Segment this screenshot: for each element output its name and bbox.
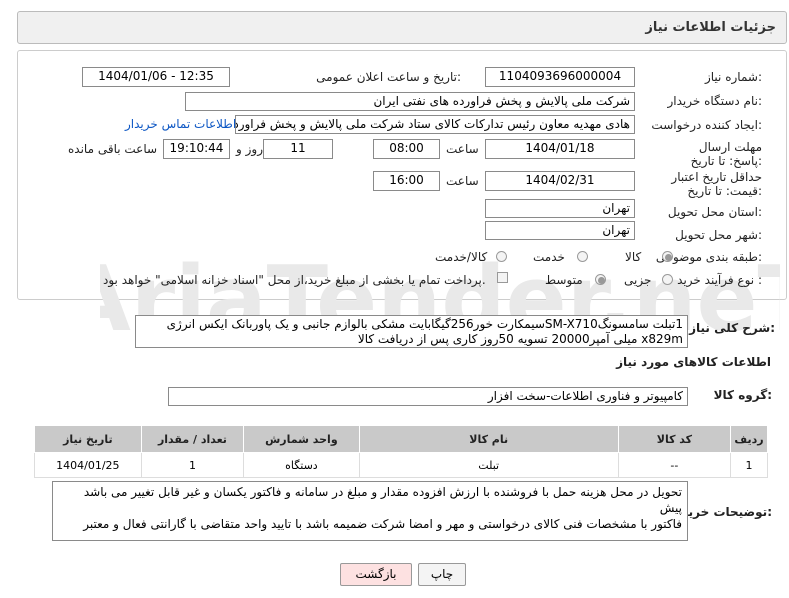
category-radio-service[interactable] <box>577 251 588 262</box>
buyer-field: شرکت ملی پالایش و پخش فراورده های نفتی ا… <box>185 92 635 111</box>
description-field: 1تبلت سامسونگSM-X710سیمکارت خور256گیگابا… <box>135 315 688 348</box>
col-header-name: نام کالا <box>358 425 619 453</box>
days-label: روز و <box>236 142 263 156</box>
cell-row-num: 1 <box>730 452 768 478</box>
announce-label: تاریخ و ساعت اعلان عمومی: <box>316 70 461 84</box>
creator-label: ایجاد کننده درخواست: <box>651 118 762 132</box>
category-option-service: خدمت <box>533 250 565 264</box>
buyer-label: نام دستگاه خریدار: <box>667 94 763 108</box>
category-option-goods: کالا <box>625 250 642 264</box>
cell-code: -- <box>617 452 732 478</box>
col-header-code: کد کالا <box>617 425 732 453</box>
cell-date: 1404/01/25 <box>34 452 142 478</box>
category-option-both: کالا/خدمت <box>435 250 488 264</box>
need-number-field: 1104093696000004 <box>485 67 635 87</box>
announce-field: 1404/01/06 - 12:35 <box>82 67 230 87</box>
deadline-time-label: ساعت <box>446 142 479 156</box>
buyer-notes-line-1: تحویل در محل هزینه حمل با فروشنده با ارز… <box>83 485 682 515</box>
creator-field: هادی مهدیه معاون رئیس تدارکات کالای ستاد… <box>235 115 635 134</box>
cell-qty: 1 <box>140 452 245 478</box>
description-line-2: x829m میلی آمپر20000 تسویه 50روز کاری پس… <box>357 332 683 346</box>
print-button[interactable]: چاپ <box>418 563 466 586</box>
items-table: ردیف کد کالا نام کالا واحد شمارش تعداد /… <box>34 425 768 478</box>
buyer-notes-line-2: فاکتور با مشخصات فنی کالای درخواستی و مه… <box>83 517 682 531</box>
province-label: استان محل تحویل: <box>667 205 762 219</box>
days-field: 11 <box>263 139 333 159</box>
validity-label: حداقل تاریخ اعتبار قیمت: تا تاریخ: <box>671 170 762 198</box>
category-radio-goods[interactable] <box>662 251 673 262</box>
validity-time-field: 16:00 <box>373 171 440 191</box>
province-field: تهران <box>485 199 635 218</box>
cell-unit: دستگاه <box>243 452 360 478</box>
validity-time-label: ساعت <box>446 174 479 188</box>
buyer-notes-field: تحویل در محل هزینه حمل با فروشنده با ارز… <box>52 481 688 541</box>
col-header-qty: تعداد / مقدار <box>140 425 245 453</box>
description-line-1: 1تبلت سامسونگSM-X710سیمکارت خور256گیگابا… <box>166 317 683 331</box>
back-button[interactable]: بازگشت <box>340 563 412 586</box>
goods-info-title: اطلاعات کالاهای مورد نیاز <box>616 355 771 369</box>
treasury-checkbox[interactable] <box>497 272 508 283</box>
goods-group-label: گروه کالا: <box>713 388 772 402</box>
purchase-option-minor: جزیی <box>624 273 652 287</box>
validity-date-field: 1404/02/31 <box>485 171 635 191</box>
purchase-radio-minor[interactable] <box>662 274 673 285</box>
page-title: جزئیات اطلاعات نیاز <box>645 20 776 35</box>
buyer-contact-link[interactable]: اطلاعات تماس خریدار <box>125 117 236 131</box>
need-number-label: شماره نیاز: <box>704 70 762 84</box>
goods-group-field: کامپیوتر و فناوری اطلاعات-سخت افزار <box>168 387 688 406</box>
deadline-label: مهلت ارسال پاسخ: تا تاریخ: <box>690 140 762 168</box>
col-header-date: تاریخ نیاز <box>34 425 142 453</box>
city-field: تهران <box>485 221 635 240</box>
page-header: جزئیات اطلاعات نیاز <box>17 11 787 44</box>
col-header-unit: واحد شمارش <box>243 425 360 453</box>
remaining-time-label: ساعت باقی مانده <box>68 142 158 156</box>
cell-name: تبلت <box>358 452 619 478</box>
col-header-row-num: ردیف <box>730 425 768 453</box>
purchase-option-medium: متوسط <box>545 273 583 287</box>
description-label: شرح کلی نیاز: <box>689 321 775 335</box>
table-header-row: ردیف کد کالا نام کالا واحد شمارش تعداد /… <box>34 425 768 453</box>
items-table-wrap: ردیف کد کالا نام کالا واحد شمارش تعداد /… <box>34 425 768 478</box>
purchase-radio-medium[interactable] <box>595 274 606 285</box>
deadline-date-field: 1404/01/18 <box>485 139 635 159</box>
category-radio-both[interactable] <box>496 251 507 262</box>
deadline-time-field: 08:00 <box>373 139 440 159</box>
treasury-text: پرداخت تمام یا بخشی از مبلغ خرید،از محل … <box>103 273 486 287</box>
city-label: شهر محل تحویل: <box>675 228 762 242</box>
remaining-time-field: 19:10:44 <box>163 139 230 159</box>
purchase-type-label: نوع فرآیند خرید : <box>677 273 762 287</box>
table-row: 1 -- تبلت دستگاه 1 1404/01/25 <box>34 452 768 478</box>
